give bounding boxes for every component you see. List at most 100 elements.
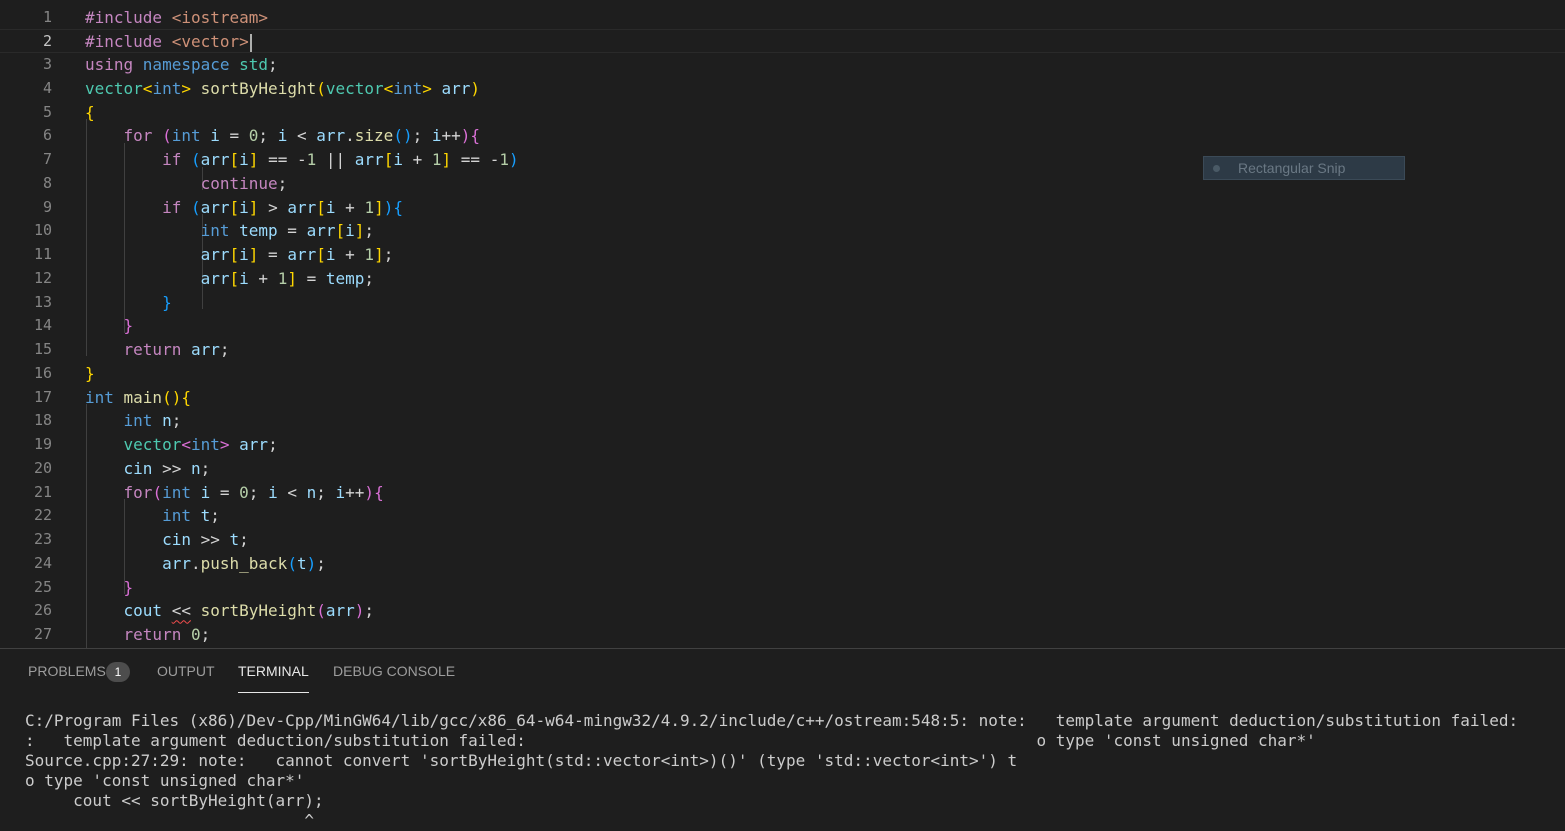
code-token: + <box>402 150 432 169</box>
code-token: i <box>239 245 249 264</box>
code-line[interactable]: 9 if (arr[i] > arr[i + 1]){ <box>0 196 1565 220</box>
code-token: < <box>287 126 317 146</box>
tab-problems[interactable]: PROBLEMS <box>28 649 106 693</box>
code-token: vector <box>325 78 384 98</box>
code-line[interactable]: 27 return 0; <box>0 623 1565 647</box>
code-token: ] <box>248 245 259 264</box>
code-token: ( <box>316 78 326 98</box>
code-token: 0 <box>248 126 259 146</box>
tab-output[interactable]: OUTPUT <box>157 649 215 693</box>
code-token: ] <box>374 245 384 264</box>
code-line[interactable]: 16} <box>0 362 1565 386</box>
code-token: t <box>296 553 307 573</box>
code-line[interactable]: 20 cin >> n; <box>0 457 1565 481</box>
code-token: arr <box>325 601 355 621</box>
code-line[interactable]: 24 arr.push_back(t); <box>0 552 1565 576</box>
code-token: ; <box>200 458 211 478</box>
code-line[interactable]: 22 int t; <box>0 504 1565 528</box>
code-line[interactable]: 23 cin >> t; <box>0 528 1565 552</box>
code-token: ] <box>354 221 365 241</box>
code-line[interactable]: 2 #include <vector> <box>0 29 1565 53</box>
line-number: 2 <box>42 32 52 51</box>
code-token: arr <box>354 150 384 169</box>
code-token: ) <box>306 553 317 573</box>
code-line[interactable]: 19 vector<int> arr; <box>0 433 1565 457</box>
terminal-output[interactable]: C:/Program Files (x86)/Dev-Cpp/MinGW64/l… <box>25 711 1518 831</box>
code-text: } <box>85 314 134 338</box>
code-token: << <box>171 601 191 621</box>
snip-label: Rectangular Snip <box>1238 160 1346 176</box>
code-token: n <box>190 458 201 478</box>
code-text: continue; <box>85 172 288 196</box>
code-token: ; <box>200 625 211 644</box>
code-line[interactable]: 26 cout << sortByHeight(arr); <box>0 599 1565 623</box>
code-token: t <box>229 530 240 549</box>
code-token: sortByHeight <box>200 78 317 98</box>
code-token: } <box>85 363 95 383</box>
line-number: 27 <box>33 625 52 643</box>
code-line[interactable]: 5{ <box>0 101 1565 125</box>
code-token: ( <box>316 601 326 621</box>
code-line[interactable]: 18 int n; <box>0 409 1565 433</box>
code-text: if (arr[i] == -1 || arr[i + 1] == -1) <box>85 148 519 172</box>
code-token: int <box>152 78 182 98</box>
line-number: 15 <box>33 340 52 358</box>
code-token: () <box>393 126 413 146</box>
code-line[interactable]: 14 } <box>0 314 1565 338</box>
code-token: cin <box>162 530 191 549</box>
problems-count-badge: 1 <box>106 662 130 682</box>
code-token: [ <box>383 150 394 169</box>
code-token: arr <box>200 150 230 169</box>
code-line[interactable]: 17 int main(){ <box>0 386 1565 410</box>
code-token: vector <box>123 435 182 454</box>
code-token: int <box>162 506 201 526</box>
terminal-line: cout << sortByHeight(arr); <box>25 791 324 810</box>
code-text: #include <vector> <box>85 30 252 54</box>
code-token: arr <box>239 435 269 454</box>
code-token: ) <box>383 197 394 217</box>
code-line[interactable]: 4 vector<int> sortByHeight(vector<int> ar… <box>0 77 1565 101</box>
code-token: arr <box>287 197 317 217</box>
code-token: i <box>239 197 249 217</box>
code-token: < <box>142 78 153 98</box>
code-line[interactable]: 15 return arr; <box>0 338 1565 362</box>
code-token: size <box>354 126 394 146</box>
code-token: < <box>383 78 394 98</box>
code-line[interactable]: 1 #include <iostream> <box>0 6 1565 30</box>
code-token: arr <box>316 126 346 146</box>
code-line[interactable]: 6 for (int i = 0; i < arr.size(); i++){ <box>0 124 1565 148</box>
code-line[interactable]: 25 } <box>0 576 1565 600</box>
code-token: cout <box>123 601 163 621</box>
code-line[interactable]: 12 arr[i + 1] = temp; <box>0 267 1565 291</box>
line-number: 1 <box>42 7 52 26</box>
code-text: int n; <box>85 409 182 433</box>
code-line[interactable]: 21 for(int i = 0; i < n; i++){ <box>0 481 1565 505</box>
code-token: std <box>239 55 269 74</box>
bottom-panel: PROBLEMS 1 OUTPUT TERMINAL DEBUG CONSOLE… <box>0 648 1565 831</box>
tab-terminal[interactable]: TERMINAL <box>238 649 309 693</box>
code-token: } <box>162 292 172 312</box>
code-line[interactable]: 10 int temp = arr[i]; <box>0 219 1565 243</box>
code-token: vector <box>85 78 143 98</box>
code-editor[interactable]: 1 #include <iostream> 2 #include <vector> 3 u… <box>0 0 1565 648</box>
code-line[interactable]: 13 } <box>0 291 1565 315</box>
code-token: ( <box>152 482 163 502</box>
line-number: 8 <box>42 173 52 192</box>
code-token: ; <box>219 340 230 359</box>
code-line[interactable]: 11 arr[i] = arr[i + 1]; <box>0 243 1565 267</box>
code-token: ; <box>364 601 375 621</box>
code-line[interactable]: 3 using namespace std; <box>0 53 1565 77</box>
code-token: ; <box>364 221 375 241</box>
tab-debug-console[interactable]: DEBUG CONSOLE <box>333 649 455 693</box>
code-token: sortByHeight <box>200 601 317 621</box>
code-text: } <box>85 576 134 600</box>
code-text: using namespace std; <box>85 53 278 77</box>
line-number: 22 <box>33 506 52 525</box>
